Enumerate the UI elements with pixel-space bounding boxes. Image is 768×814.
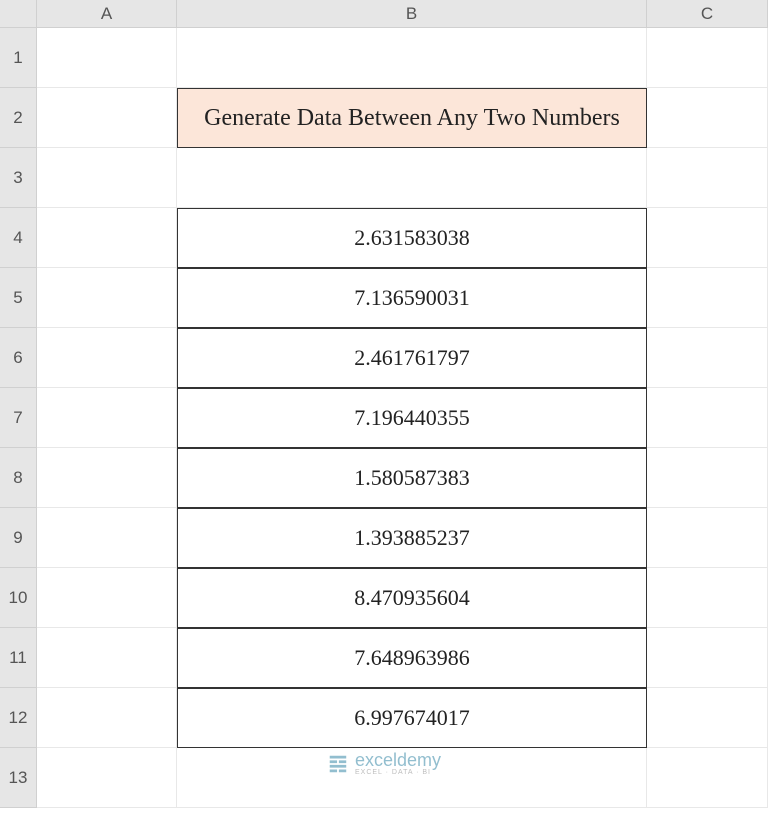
cell-c2[interactable] bbox=[647, 88, 768, 148]
row-header-1[interactable]: 1 bbox=[0, 28, 37, 88]
row-header-6[interactable]: 6 bbox=[0, 328, 37, 388]
cell-b8[interactable]: 1.580587383 bbox=[177, 448, 647, 508]
cell-c6[interactable] bbox=[647, 328, 768, 388]
watermark-text: exceldemy EXCEL · DATA · BI bbox=[355, 751, 441, 776]
cell-c3[interactable] bbox=[647, 148, 768, 208]
cell-b6[interactable]: 2.461761797 bbox=[177, 328, 647, 388]
watermark-logo-icon bbox=[327, 753, 349, 775]
cell-a8[interactable] bbox=[37, 448, 177, 508]
row-header-12[interactable]: 12 bbox=[0, 688, 37, 748]
cell-a10[interactable] bbox=[37, 568, 177, 628]
cell-a12[interactable] bbox=[37, 688, 177, 748]
cell-b12[interactable]: 6.997674017 bbox=[177, 688, 647, 748]
row-header-10[interactable]: 10 bbox=[0, 568, 37, 628]
select-all-corner[interactable] bbox=[0, 0, 37, 28]
row-header-11[interactable]: 11 bbox=[0, 628, 37, 688]
row-header-4[interactable]: 4 bbox=[0, 208, 37, 268]
row-header-9[interactable]: 9 bbox=[0, 508, 37, 568]
cell-a5[interactable] bbox=[37, 268, 177, 328]
cell-c8[interactable] bbox=[647, 448, 768, 508]
row-header-8[interactable]: 8 bbox=[0, 448, 37, 508]
cell-a9[interactable] bbox=[37, 508, 177, 568]
cell-b2-title[interactable]: Generate Data Between Any Two Numbers bbox=[177, 88, 647, 148]
cell-c1[interactable] bbox=[647, 28, 768, 88]
cell-b1[interactable] bbox=[177, 28, 647, 88]
cell-a1[interactable] bbox=[37, 28, 177, 88]
cell-c12[interactable] bbox=[647, 688, 768, 748]
row-header-13[interactable]: 13 bbox=[0, 748, 37, 808]
cell-c10[interactable] bbox=[647, 568, 768, 628]
cell-c13[interactable] bbox=[647, 748, 768, 808]
watermark-sub: EXCEL · DATA · BI bbox=[355, 769, 441, 776]
cell-a4[interactable] bbox=[37, 208, 177, 268]
column-header-c[interactable]: C bbox=[647, 0, 768, 28]
cell-c7[interactable] bbox=[647, 388, 768, 448]
row-header-5[interactable]: 5 bbox=[0, 268, 37, 328]
cell-a6[interactable] bbox=[37, 328, 177, 388]
column-header-a[interactable]: A bbox=[37, 0, 177, 28]
cell-b5[interactable]: 7.136590031 bbox=[177, 268, 647, 328]
cell-a7[interactable] bbox=[37, 388, 177, 448]
row-header-3[interactable]: 3 bbox=[0, 148, 37, 208]
cell-c5[interactable] bbox=[647, 268, 768, 328]
watermark-main: exceldemy bbox=[355, 751, 441, 769]
cell-c11[interactable] bbox=[647, 628, 768, 688]
cell-a13[interactable] bbox=[37, 748, 177, 808]
cell-b3[interactable] bbox=[177, 148, 647, 208]
spreadsheet-grid: A B C 1 2 Generate Data Between Any Two … bbox=[0, 0, 768, 808]
cell-a11[interactable] bbox=[37, 628, 177, 688]
cell-c9[interactable] bbox=[647, 508, 768, 568]
column-header-b[interactable]: B bbox=[177, 0, 647, 28]
cell-a3[interactable] bbox=[37, 148, 177, 208]
row-header-2[interactable]: 2 bbox=[0, 88, 37, 148]
row-header-7[interactable]: 7 bbox=[0, 388, 37, 448]
cell-b10[interactable]: 8.470935604 bbox=[177, 568, 647, 628]
cell-c4[interactable] bbox=[647, 208, 768, 268]
cell-b4[interactable]: 2.631583038 bbox=[177, 208, 647, 268]
watermark: exceldemy EXCEL · DATA · BI bbox=[327, 751, 441, 776]
cell-b11[interactable]: 7.648963986 bbox=[177, 628, 647, 688]
cell-b7[interactable]: 7.196440355 bbox=[177, 388, 647, 448]
cell-a2[interactable] bbox=[37, 88, 177, 148]
cell-b9[interactable]: 1.393885237 bbox=[177, 508, 647, 568]
